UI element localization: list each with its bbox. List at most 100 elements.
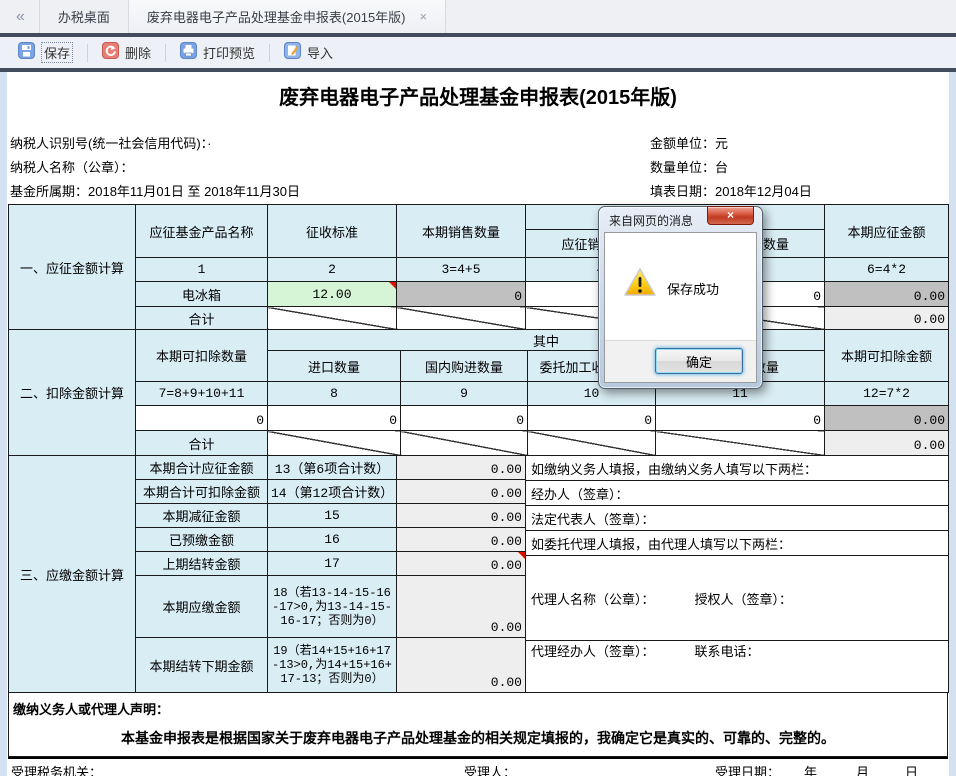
save-button[interactable]: 保存 [10,42,81,64]
formula-cell: 12=7*2 [825,382,949,406]
webpage-message-dialog: 来自网页的消息 × [598,206,763,389]
handler-signature-field: 经办人（签章）： [526,481,948,506]
declaration-body: 本基金申报表是根据国家关于废弃电器电子产品处理基金的相关规定填报的，我确定它是真… [9,728,947,748]
acceptance-row: 受理税务机关： 受理人： 受理日期： 年 月 日 [8,757,948,776]
levy-amount-cell: 0.00 [825,282,949,307]
delete-button[interactable]: 删除 [94,42,159,64]
formula-cell: 17 [268,552,397,576]
back-chevrons-icon[interactable]: « [0,0,39,33]
delete-label: 删除 [125,43,151,62]
dialog-title: 来自网页的消息 [609,212,693,229]
toolbar-separator [269,44,270,62]
total-deductible-amount-cell: 0.00 [825,431,949,456]
ok-button[interactable]: 确定 [655,348,743,374]
formula-cell: 15 [268,504,397,528]
formula-cell: 19（若14+15+16+17-13>0,为14+15+16+17-13；否则为… [268,638,397,693]
acceptor-field: 受理人： [464,762,516,776]
total-label: 合计 [136,431,268,456]
form-title: 废弃电器电子产品处理基金申报表(2015年版) [7,72,949,111]
save-label: 保存 [41,42,73,63]
col-levy-amount: 本期应征金额 [825,205,949,258]
value-cell: 0.00 [397,528,526,552]
sales-qty-cell: 0 [397,282,526,307]
agent-name-row: 代理人名称（公章）： 授权人（签章）： [526,556,948,641]
year-label: 年 [804,762,817,776]
tab-fund-declaration-form[interactable]: 废弃电器电子产品处理基金申报表(2015年版) × [129,0,445,33]
row-label: 上期结转金额 [136,552,268,576]
formula-cell: 13（第6项合计数） [268,456,397,480]
tab-label: 废弃电器电子产品处理基金申报表(2015年版) [147,7,406,26]
formula-cell: 3=4+5 [397,258,526,282]
col-levy-standard: 征收标准 [268,205,397,258]
application-window: « 办税桌面 废弃电器电子产品处理基金申报表(2015年版) × 保存 删除 [0,0,956,776]
row-label: 本期结转下期金额 [136,638,268,693]
row-label: 本期合计可扣除金额 [136,480,268,504]
fill-date-label: 填表日期：2018年12月04日 [650,180,949,204]
section3-table: 三、应缴金额计算 本期合计应征金额 13（第6项合计数） 0.00 如缴纳义务人… [8,455,949,693]
form-header: 纳税人识别号(统一社会信用代码)：· 纳税人名称（公章）： 基金所属期：2018… [7,132,949,204]
levy-standard-input[interactable]: 12.00 [268,282,397,307]
value-cell: 0.00 [397,456,526,480]
import-label: 导入 [307,43,333,62]
crossed-out-cell [656,431,825,456]
crossed-out-cell [268,431,401,456]
section2-label: 二、扣除金额计算 [9,330,136,456]
taxpayer-name-field: 纳税人名称（公章）： [10,156,650,180]
section2-table: 二、扣除金额计算 本期可扣除数量 其中 本期可扣除金额 进口数量 国内购进数量 … [8,329,949,456]
row-label: 已预缴金额 [136,528,268,552]
row-label: 本期减征金额 [136,504,268,528]
tab-desktop[interactable]: 办税桌面 [40,0,128,33]
dialog-footer: 确定 [605,340,756,382]
dialog-close-button[interactable]: × [707,206,754,225]
formula-cell: 1 [136,258,268,282]
col-product-name: 应征基金产品名称 [136,205,268,258]
warning-icon [623,267,657,303]
agent-fill-note: 如委托代理人填报，由代理人填写以下两栏： [526,531,948,556]
day-label: 日 [905,762,918,776]
import-button[interactable]: 导入 [276,42,341,64]
col-deductible-amount: 本期可扣除金额 [825,330,949,382]
crossed-out-cell [401,431,528,456]
deductible-amount-cell: 0.00 [825,406,949,431]
col-domestic-purchase-qty: 国内购进数量 [401,351,528,382]
save-icon [18,42,35,64]
value-cell: 0.00 [397,504,526,528]
toolbar: 保存 删除 打印预览 导入 [0,37,956,68]
form-page: 废弃电器电子产品处理基金申报表(2015年版) 纳税人识别号(统一社会信用代码)… [7,72,949,776]
legal-representative-signature-field: 法定代表人（签章）： [526,506,948,531]
formula-cell: 7=8+9+10+11 [136,382,268,406]
sales-return-qty-input[interactable]: 0 [656,406,825,431]
taxpayer-id-field: 纳税人识别号(统一社会信用代码)：· [10,132,650,156]
domestic-purchase-qty-input[interactable]: 0 [401,406,528,431]
crossed-out-cell [528,431,656,456]
page-right-margin [949,72,956,776]
col-import-qty: 进口数量 [268,351,401,382]
import-icon [284,42,301,64]
total-label: 合计 [136,307,268,330]
fund-period-field: 基金所属期：2018年11月01日 至 2018年11月30日 [10,180,650,204]
dialog-message: 保存成功 [667,279,719,298]
import-qty-input[interactable]: 0 [268,406,401,431]
value-cell: 0.00 [397,576,526,638]
tab-close-icon[interactable]: × [420,9,428,24]
delete-icon [102,42,119,64]
declaration-title: 缴纳义务人或代理人声明： [9,693,947,718]
authorizer-signature-field: 授权人（签章）： [695,589,793,608]
accepting-authority-field: 受理税务机关： [11,762,102,776]
consigned-processing-qty-input[interactable]: 0 [528,406,656,431]
formula-cell: 6=4*2 [825,258,949,282]
contact-phone-field: 联系电话： [695,641,760,660]
crossed-out-cell [397,307,526,330]
row-label: 本期应缴金额 [136,576,268,638]
section3-label: 三、应缴金额计算 [9,456,136,693]
quantity-unit-label: 数量单位：台 [650,156,949,180]
formula-cell: 2 [268,258,397,282]
agent-handler-row: 代理经办人（签章）： 联系电话： [526,641,948,660]
page-left-margin [0,72,7,776]
dialog-body: 保存成功 确定 [604,232,757,383]
tab-separator [445,0,446,33]
printer-icon [180,42,197,64]
print-preview-button[interactable]: 打印预览 [172,42,263,64]
agent-handler-signature-field: 代理经办人（签章）： [531,641,655,660]
deductible-qty-cell: 0 [136,406,268,431]
